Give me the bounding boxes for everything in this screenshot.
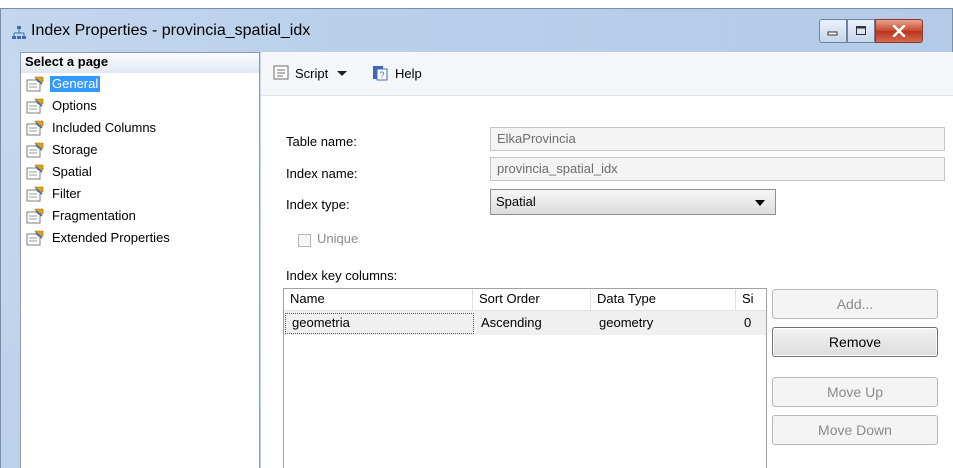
property-page-icon xyxy=(26,186,44,202)
index-icon xyxy=(12,26,26,39)
cell-focus-rect xyxy=(285,313,474,334)
index-type-select[interactable]: Spatial xyxy=(490,189,776,215)
help-label: Help xyxy=(395,65,422,81)
script-button[interactable]: Script xyxy=(271,64,354,82)
move-down-button[interactable]: Move Down xyxy=(772,415,938,445)
page-item-options[interactable]: Options xyxy=(21,95,259,117)
column-header-size[interactable]: Si xyxy=(736,289,766,311)
page-item-storage[interactable]: Storage xyxy=(21,139,259,161)
page-item-label: Extended Properties xyxy=(52,230,170,245)
title-bar[interactable]: Index Properties - provincia_spatial_idx xyxy=(1,9,952,53)
page-item-filter[interactable]: Filter xyxy=(21,183,259,205)
script-label: Script xyxy=(295,65,329,81)
index-name-field[interactable]: provincia_spatial_idx xyxy=(490,157,945,181)
page-item-fragmentation[interactable]: Fragmentation xyxy=(21,205,259,227)
property-page-icon xyxy=(26,164,44,180)
script-icon xyxy=(273,65,289,80)
page-item-extended-properties[interactable]: Extended Properties xyxy=(21,227,259,249)
page-item-label: Storage xyxy=(52,142,98,157)
page-item-label: General xyxy=(50,76,101,92)
property-page-icon xyxy=(26,230,44,246)
svg-text:?: ? xyxy=(379,70,384,80)
select-page-header: Select a page xyxy=(21,53,259,73)
general-page: Script ? Help Table name: ElkaProvincia … xyxy=(261,52,953,468)
page-item-label: Included Columns xyxy=(52,120,157,135)
index-key-columns-grid[interactable]: Name Sort Order Data Type Si geometria A… xyxy=(283,288,767,468)
page-item-label: Fragmentation xyxy=(52,208,136,223)
toolbar: Script ? Help xyxy=(261,52,953,96)
unique-label: Unique xyxy=(317,231,359,246)
close-button[interactable] xyxy=(875,19,923,43)
column-header-data-type[interactable]: Data Type xyxy=(591,289,736,311)
dropdown-arrow-icon[interactable] xyxy=(334,68,350,78)
column-header-name[interactable]: Name xyxy=(284,289,473,311)
page-item-included-columns[interactable]: Included Columns xyxy=(21,117,259,139)
index-name-label: Index name: xyxy=(286,166,358,181)
property-page-icon xyxy=(26,142,44,158)
property-page-icon xyxy=(26,76,44,92)
add-button[interactable]: Add... xyxy=(772,289,938,319)
page-item-label: Spatial xyxy=(52,164,92,179)
select-page-pane: Select a page General Options Included Col… xyxy=(20,52,260,468)
cell-size[interactable]: 0 xyxy=(736,311,766,335)
table-name-field[interactable]: ElkaProvincia xyxy=(490,127,945,151)
page-item-general[interactable]: General xyxy=(21,73,259,95)
page-list: General Options Included Columns Storage Spa… xyxy=(21,73,259,249)
index-key-columns-label: Index key columns: xyxy=(286,268,398,283)
close-icon xyxy=(892,25,906,37)
window-title: Index Properties - provincia_spatial_idx xyxy=(31,22,311,39)
index-type-label: Index type: xyxy=(286,197,350,212)
page-item-label: Options xyxy=(52,98,97,113)
move-up-button[interactable]: Move Up xyxy=(772,377,938,407)
remove-button[interactable]: Remove xyxy=(772,327,938,357)
property-page-icon xyxy=(26,98,44,114)
table-name-label: Table name: xyxy=(286,134,357,149)
minimize-button[interactable] xyxy=(819,19,847,43)
help-button[interactable]: ? Help xyxy=(371,64,422,82)
chevron-down-icon xyxy=(755,200,765,206)
cell-sort-order[interactable]: Ascending xyxy=(473,311,591,335)
page-item-label: Filter xyxy=(52,186,81,201)
property-page-icon xyxy=(26,208,44,224)
property-page-icon xyxy=(26,120,44,136)
page-item-spatial[interactable]: Spatial xyxy=(21,161,259,183)
help-icon: ? xyxy=(373,66,388,81)
grid-header: Name Sort Order Data Type Si xyxy=(284,289,766,311)
unique-checkbox[interactable] xyxy=(298,234,311,247)
maximize-icon xyxy=(856,26,866,35)
minimize-icon xyxy=(827,31,838,36)
index-type-value: Spatial xyxy=(496,194,536,209)
column-header-sort-order[interactable]: Sort Order xyxy=(473,289,591,311)
cell-data-type[interactable]: geometry xyxy=(591,311,736,335)
maximize-button[interactable] xyxy=(847,19,875,43)
